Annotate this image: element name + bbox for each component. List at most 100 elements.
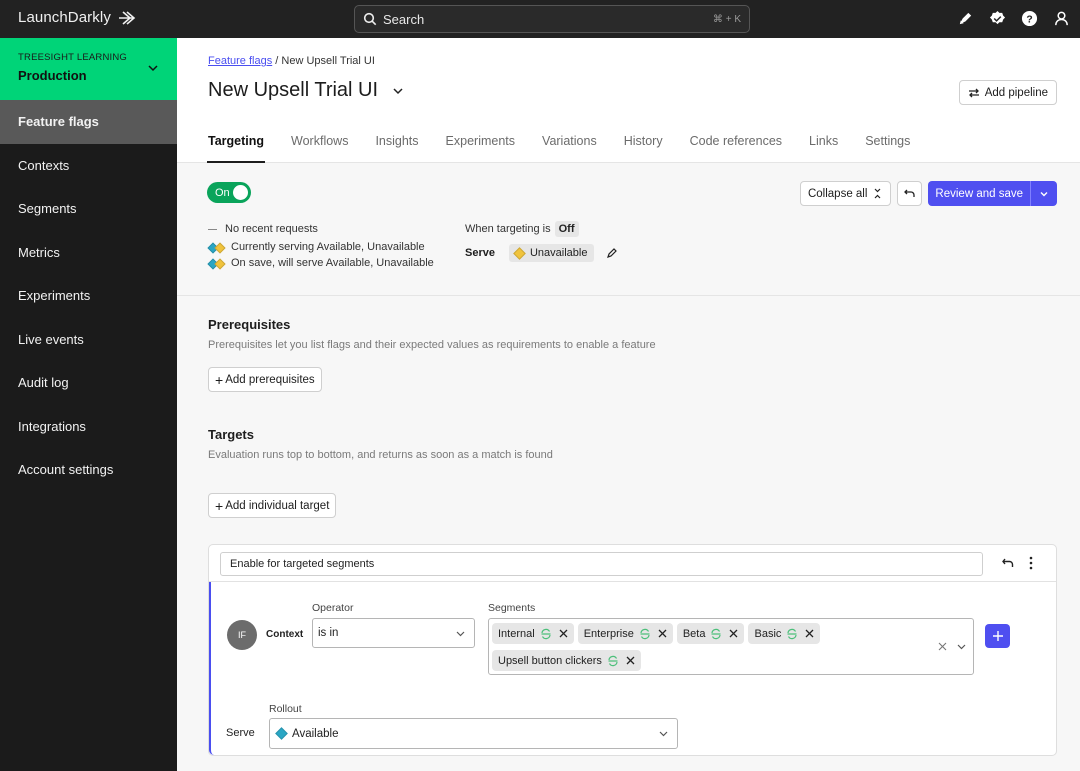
- add-individual-target-label: Add individual target: [225, 499, 330, 512]
- collapse-all-label: Collapse all: [807, 187, 868, 200]
- segments-multiselect[interactable]: Internal Enterprise Beta Basic Upsell bu…: [488, 618, 974, 675]
- serving-summary: No recent requests Currently serving Ava…: [207, 221, 434, 273]
- tab-settings[interactable]: Settings: [865, 134, 910, 163]
- tab-history[interactable]: History: [624, 134, 663, 163]
- add-pipeline-button[interactable]: Add pipeline: [958, 80, 1057, 105]
- rule-body: IF Context Operator is in Segments Inter…: [209, 582, 1056, 755]
- sidebar-item-contexts[interactable]: Contexts: [0, 144, 177, 188]
- segment-chip: Upsell button clickers: [492, 650, 641, 671]
- search-input[interactable]: Search ⌘ + K: [354, 5, 750, 33]
- prerequisites-title: Prerequisites: [208, 317, 291, 332]
- chevron-down-icon[interactable]: [956, 641, 967, 652]
- more-options-icon[interactable]: [1025, 556, 1037, 570]
- top-bar: LaunchDarkly Search ⌘ + K ?: [0, 0, 1080, 38]
- review-and-save-button[interactable]: Review and save: [928, 181, 1030, 206]
- when-targeting-label: When targeting is: [465, 223, 551, 235]
- breadcrumb-feature-flags-link[interactable]: Feature flags: [208, 55, 272, 67]
- flag-title[interactable]: New Upsell Trial UI: [208, 79, 404, 102]
- diamond-icon: [275, 727, 288, 740]
- sidebar-item-experiments[interactable]: Experiments: [0, 274, 177, 318]
- breadcrumb-separator: /: [275, 55, 279, 67]
- chevron-down-icon: [393, 87, 403, 94]
- rule-name-input[interactable]: Enable for targeted segments: [220, 552, 983, 576]
- segment-sync-icon: [787, 628, 797, 639]
- undo-button[interactable]: [897, 181, 923, 206]
- operator-select[interactable]: is in: [312, 618, 475, 648]
- pencil-icon[interactable]: [606, 247, 618, 259]
- tab-variations[interactable]: Variations: [542, 134, 597, 163]
- launch-icon[interactable]: [956, 9, 974, 27]
- targeting-toggle[interactable]: On: [207, 182, 251, 203]
- variations-icon: [207, 258, 226, 270]
- help-icon[interactable]: ?: [1020, 9, 1038, 27]
- targets-description: Evaluation runs top to bottom, and retur…: [208, 449, 553, 461]
- if-badge: IF: [227, 620, 257, 650]
- verified-badge-icon[interactable]: [988, 9, 1006, 27]
- sidebar-item-label: Account settings: [18, 462, 114, 478]
- segment-chip: Beta: [676, 623, 745, 644]
- sidebar-item-audit-log[interactable]: Audit log: [0, 361, 177, 405]
- page-title: New Upsell Trial UI: [208, 79, 379, 101]
- sidebar-item-account-settings[interactable]: Account settings: [0, 448, 177, 492]
- remove-icon[interactable]: [559, 629, 568, 638]
- undo-icon[interactable]: [1002, 557, 1014, 569]
- tab-bar: Targeting Workflows Insights Experiments…: [206, 134, 937, 163]
- save-options-button[interactable]: [1030, 181, 1057, 206]
- sidebar-item-metrics[interactable]: Metrics: [0, 231, 177, 275]
- segment-chip: Basic: [748, 623, 821, 644]
- sidebar-item-live-events[interactable]: Live events: [0, 318, 177, 362]
- targeting-status: On No recent requests Currently serving …: [177, 163, 1080, 296]
- flag-header: Feature flags / New Upsell Trial UI New …: [177, 38, 1080, 163]
- collapse-icon: [874, 188, 881, 199]
- sidebar-item-segments[interactable]: Segments: [0, 187, 177, 231]
- context-label: Context: [266, 629, 304, 640]
- tab-insights[interactable]: Insights: [375, 134, 418, 163]
- tab-code-references[interactable]: Code references: [690, 134, 782, 163]
- add-prerequisites-button[interactable]: + Add prerequisites: [208, 367, 322, 392]
- sidebar-item-label: Experiments: [18, 288, 91, 304]
- sidebar: TREESIGHT LEARNING Production Feature fl…: [0, 38, 177, 771]
- remove-icon[interactable]: [658, 629, 667, 638]
- undo-icon: [904, 189, 916, 197]
- tab-links[interactable]: Links: [809, 134, 838, 163]
- svg-text:?: ?: [1026, 14, 1032, 25]
- environment-selector[interactable]: TREESIGHT LEARNING Production: [0, 38, 177, 100]
- chevron-down-icon: [1040, 191, 1048, 196]
- targets-title: Targets: [208, 427, 254, 442]
- tab-workflows[interactable]: Workflows: [291, 134, 348, 163]
- toggle-knob: [233, 185, 248, 200]
- sidebar-item-feature-flags[interactable]: Feature flags: [0, 100, 177, 144]
- off-variation-serve: Serve Unavailable: [465, 244, 618, 262]
- user-icon[interactable]: [1052, 9, 1070, 27]
- segments-label: Segments: [488, 602, 536, 614]
- tab-experiments[interactable]: Experiments: [446, 134, 515, 163]
- environment-name: Production: [18, 68, 87, 83]
- sidebar-item-label: Integrations: [18, 418, 86, 434]
- rollout-select[interactable]: Available: [269, 718, 678, 749]
- launchdarkly-logo[interactable]: LaunchDarkly: [18, 9, 137, 26]
- clear-all-icon[interactable]: [938, 642, 947, 651]
- remove-icon[interactable]: [626, 656, 635, 665]
- segment-sync-icon: [541, 628, 551, 639]
- sidebar-item-integrations[interactable]: Integrations: [0, 405, 177, 449]
- add-individual-target-button[interactable]: + Add individual target: [208, 493, 337, 518]
- chevron-down-icon: [148, 65, 158, 72]
- add-prerequisites-label: Add prerequisites: [225, 373, 315, 386]
- remove-icon[interactable]: [729, 629, 738, 638]
- segment-sync-icon: [608, 655, 618, 666]
- tab-targeting[interactable]: Targeting: [206, 134, 266, 163]
- collapse-all-button[interactable]: Collapse all: [799, 181, 892, 206]
- review-and-save-split-button: Review and save: [928, 181, 1057, 206]
- off-variation-value: Unavailable: [529, 247, 588, 259]
- on-save-text: On save, will serve Available, Unavailab…: [231, 257, 434, 269]
- sidebar-item-label: Feature flags: [18, 114, 99, 130]
- pipeline-icon: [968, 88, 979, 97]
- prerequisites-description: Prerequisites let you list flags and the…: [208, 339, 656, 351]
- logo-text: LaunchDarkly: [18, 9, 111, 26]
- rollout-label: Rollout: [269, 703, 302, 715]
- sidebar-item-label: Contexts: [18, 157, 70, 173]
- remove-icon[interactable]: [805, 629, 814, 638]
- chevron-down-icon: [456, 631, 465, 637]
- diamond-icon: [513, 246, 526, 260]
- add-clause-button[interactable]: [985, 624, 1010, 648]
